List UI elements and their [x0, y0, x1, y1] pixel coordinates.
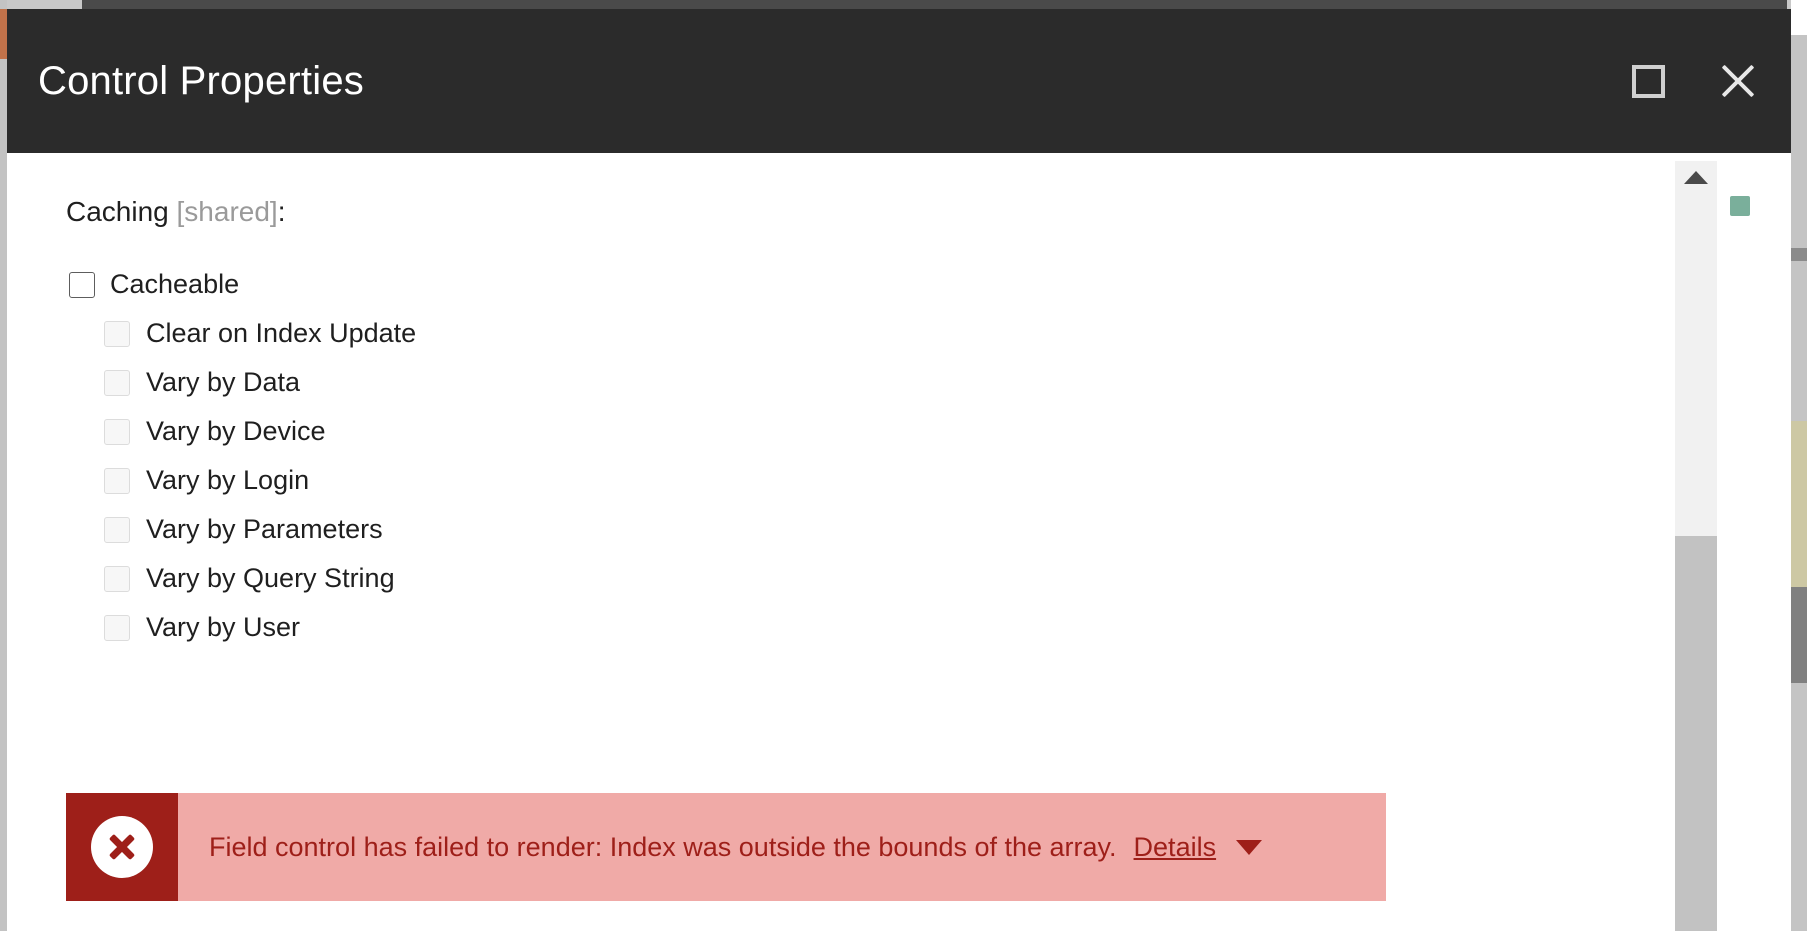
error-icon-container	[66, 793, 178, 901]
close-button[interactable]	[1715, 58, 1761, 104]
background-right-seg-d	[1791, 587, 1807, 683]
checkbox-label-vary-by-data: Vary by Data	[146, 367, 301, 397]
background-right-seg-b	[1791, 248, 1807, 261]
background-window-left-sliver	[0, 0, 82, 9]
vertical-scrollbar[interactable]	[1675, 161, 1717, 931]
checkbox-row-vary-by-data[interactable]: Vary by Data	[104, 358, 1667, 407]
checkbox-label-vary-by-query-string: Vary by Query String	[146, 563, 395, 593]
background-right-scrollbar	[1791, 0, 1807, 931]
checkbox-row-vary-by-login[interactable]: Vary by Login	[104, 456, 1667, 505]
maximize-icon	[1631, 64, 1665, 98]
checkbox-row-vary-by-query-string[interactable]: Vary by Query String	[104, 554, 1667, 603]
checkbox-row-vary-by-device[interactable]: Vary by Device	[104, 407, 1667, 456]
dialog-body: Caching [shared]: Cacheable Clear on Ind…	[7, 153, 1791, 931]
vertical-scroll-thumb[interactable]	[1675, 536, 1717, 931]
dialog-titlebar: Control Properties	[7, 9, 1791, 153]
checkbox-vary-by-data[interactable]	[104, 369, 130, 396]
checkbox-vary-by-query-string[interactable]	[104, 565, 130, 592]
error-details-link[interactable]: Details	[1134, 833, 1217, 861]
checkbox-vary-by-parameters[interactable]	[104, 516, 130, 543]
caching-label-text: Caching	[66, 196, 169, 227]
checkbox-label-cacheable: Cacheable	[110, 269, 240, 299]
checkbox-label-vary-by-user: Vary by User	[146, 612, 301, 642]
dialog-title: Control Properties	[38, 59, 364, 103]
checkbox-vary-by-user[interactable]	[104, 614, 130, 641]
caching-shared-tag: [shared]	[176, 196, 278, 227]
background-right-seg-c	[1791, 421, 1807, 587]
checkbox-vary-by-device[interactable]	[104, 418, 130, 445]
checkbox-cacheable[interactable]	[69, 271, 95, 298]
error-message: Field control has failed to render: Inde…	[209, 831, 1117, 862]
status-swatch	[1730, 196, 1750, 216]
checkbox-clear-on-index-update[interactable]	[104, 320, 130, 347]
checkbox-row-clear-on-index-update[interactable]: Clear on Index Update	[104, 309, 1667, 358]
caching-section-label: Caching [shared]:	[66, 198, 1667, 226]
checkbox-label-vary-by-parameters: Vary by Parameters	[146, 514, 383, 544]
screen-root: Control Properties Caching [shared]: Cac…	[0, 0, 1807, 931]
background-right-seg-a	[1791, 9, 1807, 35]
caret-up-icon	[1684, 170, 1708, 184]
caret-down-icon[interactable]	[1236, 839, 1263, 855]
control-properties-dialog: Control Properties Caching [shared]: Cac…	[7, 9, 1791, 931]
background-window-titlebar-sliver	[0, 0, 1807, 9]
checkbox-row-vary-by-user[interactable]: Vary by User	[104, 603, 1667, 652]
scroll-up-button[interactable]	[1675, 161, 1717, 193]
checkbox-row-vary-by-parameters[interactable]: Vary by Parameters	[104, 505, 1667, 554]
caching-label-colon: :	[277, 196, 286, 227]
background-left-accent	[0, 9, 7, 59]
checkbox-row-cacheable[interactable]: Cacheable	[69, 260, 1667, 309]
background-left-edge	[0, 0, 7, 931]
checkbox-label-vary-by-login: Vary by Login	[146, 465, 310, 495]
window-controls	[1625, 9, 1761, 153]
vertical-scroll-track[interactable]	[1675, 193, 1717, 931]
error-content: Field control has failed to render: Inde…	[178, 793, 1386, 901]
maximize-button[interactable]	[1625, 58, 1671, 104]
close-icon	[1718, 61, 1758, 101]
checkbox-vary-by-login[interactable]	[104, 467, 130, 494]
checkbox-label-vary-by-device: Vary by Device	[146, 416, 326, 446]
error-x-icon	[91, 816, 153, 878]
checkbox-label-clear-on-index-update: Clear on Index Update	[146, 318, 417, 348]
error-banner: Field control has failed to render: Inde…	[66, 793, 1386, 901]
